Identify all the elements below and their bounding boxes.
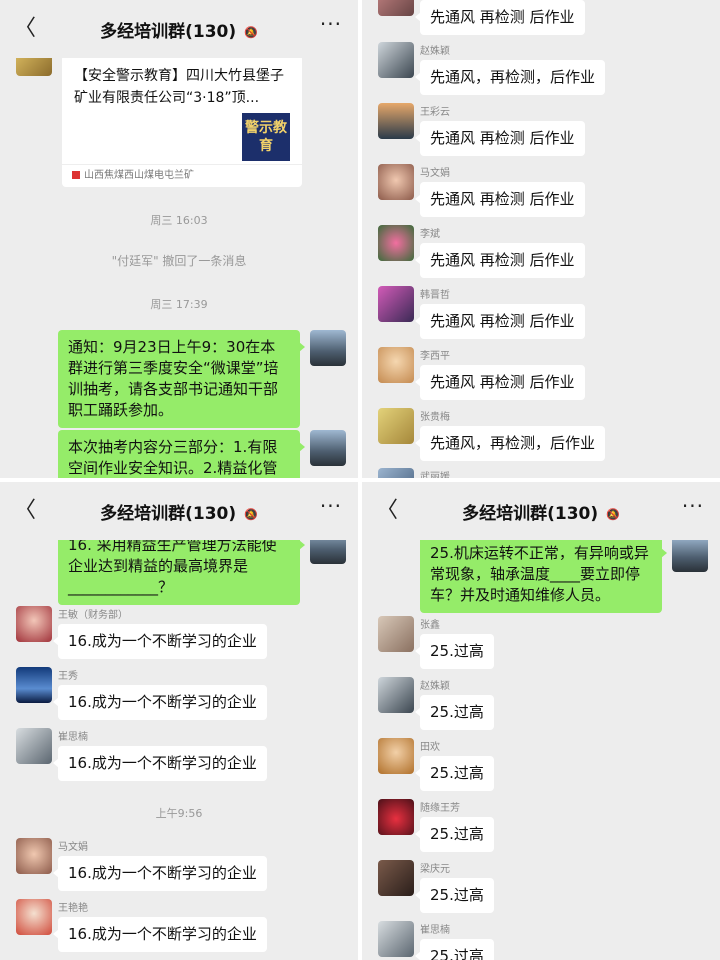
avatar[interactable] xyxy=(310,430,346,466)
sender-name: 王艳艳 xyxy=(58,903,88,914)
sender-name: 武丽媛 xyxy=(420,472,450,478)
sender-name: 王彩云 xyxy=(420,107,450,118)
sender-name: 李西平 xyxy=(420,351,450,362)
avatar[interactable] xyxy=(378,225,414,261)
chat-header: 〈 多经培训群(130) 🔕 ··· xyxy=(0,0,358,58)
more-dots-icon: ··· xyxy=(319,494,342,518)
message-bubble[interactable]: 先通风 再检测 后作业 xyxy=(415,182,585,217)
message-bubble[interactable]: 先通风 再检测 后作业 xyxy=(415,243,585,278)
avatar[interactable] xyxy=(378,738,414,774)
message-bubble[interactable]: 先通风，再检测，后作业 xyxy=(414,426,606,461)
message-bubble[interactable]: 16.成为一个不断学习的企业 xyxy=(53,856,267,891)
sender-name: 王敏（财务部） xyxy=(58,610,128,621)
more-button[interactable]: ··· xyxy=(682,494,704,518)
message-bubble[interactable]: 16.成为一个不断学习的企业 xyxy=(53,624,267,659)
message-bubble[interactable]: 16.成为一个不断学习的企业 xyxy=(53,917,267,952)
avatar[interactable] xyxy=(16,728,52,764)
avatar[interactable] xyxy=(378,677,414,713)
avatar[interactable] xyxy=(16,667,52,703)
sender-name: 马文娟 xyxy=(420,168,450,179)
timestamp: 周三 17:39 xyxy=(150,298,208,311)
chat-header: 〈 多经培训群(130) 🔕 ··· xyxy=(362,482,720,540)
sender-name: 韩晋哲 xyxy=(420,290,450,301)
avatar[interactable] xyxy=(378,860,414,896)
bell-muted-icon: 🔕 xyxy=(244,25,258,39)
avatar[interactable] xyxy=(378,103,414,139)
bell-muted-icon: 🔕 xyxy=(606,507,620,521)
chat-screenshot-2: 先通风 再检测 后作业 赵姝颖 先通风，再检测，后作业 王彩云 先通风 再检测 … xyxy=(362,0,720,478)
message-bubble[interactable]: 通知：9月23日上午9：30在本群进行第三季度安全“微课堂”培训抽考，请各支部书… xyxy=(58,330,305,428)
avatar[interactable] xyxy=(378,42,414,78)
more-button[interactable]: ··· xyxy=(320,494,342,518)
avatar[interactable] xyxy=(378,164,414,200)
avatar[interactable] xyxy=(378,921,414,957)
message-bubble[interactable]: 25.过高 xyxy=(415,634,494,669)
sender-name: 赵姝颖 xyxy=(420,681,450,692)
sender-name: 随缘王芳 xyxy=(420,803,460,814)
sender-name: 梁庆元 xyxy=(420,864,450,875)
card-divider xyxy=(62,164,302,165)
avatar[interactable] xyxy=(378,286,414,322)
timestamp: 上午9:56 xyxy=(155,807,203,820)
chat-screenshot-4: 〈 多经培训群(130) 🔕 ··· 25.机床运转不正常，有异响或异常现象，轴承… xyxy=(362,482,720,960)
bell-muted-icon: 🔕 xyxy=(244,507,258,521)
chat-header: 〈 多经培训群(130) 🔕 ··· xyxy=(0,482,358,540)
avatar[interactable] xyxy=(378,347,414,383)
sender-name: 马文娟 xyxy=(58,842,88,853)
card-title: 【安全警示教育】四川大竹县堡子矿业有限责任公司“3·18”顶... xyxy=(74,68,284,106)
card-thumbnail: 警示教育 xyxy=(242,113,290,161)
sender-name: 张鑫 xyxy=(420,620,440,631)
chat-title: 多经培训群(130) 🔕 xyxy=(462,504,620,524)
message-bubble[interactable]: 25.过高 xyxy=(415,695,494,730)
avatar[interactable] xyxy=(16,899,52,935)
more-dots-icon: ··· xyxy=(681,494,704,518)
avatar[interactable] xyxy=(378,468,414,478)
message-bubble[interactable]: 25.过高 xyxy=(415,878,494,913)
message-bubble[interactable]: 25.过高 xyxy=(415,756,494,791)
message-bubble[interactable]: 16.成为一个不断学习的企业 xyxy=(53,746,267,781)
sender-name: 王秀 xyxy=(58,671,78,682)
chat-screenshot-1: 〈 多经培训群(130) 🔕 ··· 【安全警示教育】四川大竹县堡子矿业有限责任公… xyxy=(0,0,358,478)
message-bubble[interactable]: 本次抽考内容分三部分：1.有限空间作业安全知识。2.精益化管理知 xyxy=(58,430,305,478)
chat-screenshot-3: 〈 多经培训群(130) 🔕 ··· 16. 采用精益生产管理方法能使企业达到精益… xyxy=(0,482,358,960)
sender-name: 赵姝颖 xyxy=(420,46,450,57)
message-bubble[interactable]: 先通风 再检测 后作业 xyxy=(415,365,585,400)
avatar[interactable] xyxy=(16,606,52,642)
avatar[interactable] xyxy=(310,330,346,366)
timestamp: 周三 16:03 xyxy=(150,214,208,227)
avatar[interactable] xyxy=(672,536,708,572)
message-bubble[interactable]: 先通风 再检测 后作业 xyxy=(415,304,585,339)
sender-name: 李斌 xyxy=(420,229,440,240)
sender-name: 田欢 xyxy=(420,742,440,753)
avatar[interactable] xyxy=(378,799,414,835)
card-source: 山西焦煤西山煤电屯兰矿 xyxy=(72,166,194,181)
avatar[interactable] xyxy=(16,838,52,874)
message-bubble[interactable]: 25.过高 xyxy=(415,817,494,852)
avatar[interactable] xyxy=(378,0,414,16)
source-logo-icon xyxy=(72,171,80,179)
message-bubble[interactable]: 先通风，再检测，后作业 xyxy=(414,60,606,95)
message-bubble[interactable]: 25.机床运转不正常，有异响或异常现象，轴承温度____要立即停车？并及时通知维… xyxy=(420,536,667,613)
avatar[interactable] xyxy=(378,616,414,652)
more-dots-icon: ··· xyxy=(319,12,342,36)
message-bubble[interactable]: 16.成为一个不断学习的企业 xyxy=(53,685,267,720)
article-card[interactable]: 【安全警示教育】四川大竹县堡子矿业有限责任公司“3·18”顶... 警示教育 山… xyxy=(62,55,302,187)
more-button[interactable]: ··· xyxy=(320,12,342,36)
sender-name: 崔思楠 xyxy=(420,925,450,936)
recall-notice: "付廷军" 撤回了一条消息 xyxy=(111,254,247,268)
chat-title: 多经培训群(130) 🔕 xyxy=(100,504,258,524)
sender-name: 张贵梅 xyxy=(420,412,450,423)
message-bubble[interactable]: 先通风 再检测 后作业 xyxy=(415,121,585,156)
message-bubble[interactable]: 25.过高 xyxy=(415,939,494,960)
sender-name: 崔思楠 xyxy=(58,732,88,743)
message-bubble[interactable]: 先通风 再检测 后作业 xyxy=(415,0,585,35)
chat-title: 多经培训群(130) 🔕 xyxy=(100,22,258,42)
avatar[interactable] xyxy=(378,408,414,444)
